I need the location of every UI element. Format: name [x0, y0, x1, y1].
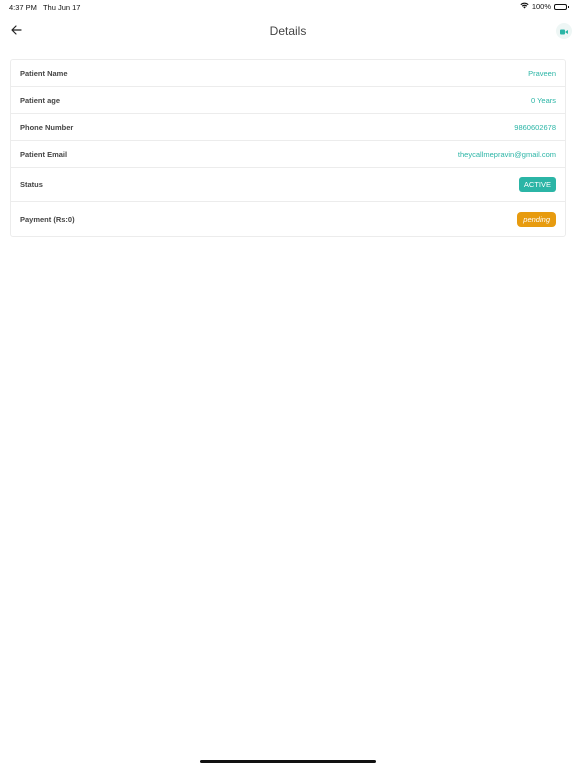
- video-call-button[interactable]: [556, 23, 572, 39]
- row-status: Status ACTIVE: [11, 168, 565, 202]
- home-indicator: [200, 760, 376, 763]
- patient-age-value: 0 Years: [530, 95, 556, 105]
- wifi-icon: [520, 2, 529, 11]
- patient-name-label: Patient Name: [20, 68, 68, 78]
- phone-value: 9860602678: [514, 122, 556, 132]
- row-phone: Phone Number 9860602678: [11, 114, 565, 141]
- video-camera-icon: [560, 22, 568, 40]
- status-date: Thu Jun 17: [42, 3, 81, 12]
- payment-label: Payment (Rs:0): [20, 214, 75, 224]
- status-bar: 4:37 PM Thu Jun 17 100%: [0, 0, 576, 14]
- row-patient-age: Patient age 0 Years: [11, 87, 565, 114]
- status-label: Status: [20, 180, 43, 189]
- email-value: theycallmepravin@gmail.com: [457, 149, 556, 159]
- status-time: 4:37 PM: [9, 3, 37, 12]
- status-left: 4:37 PM Thu Jun 17: [9, 3, 80, 12]
- patient-age-label: Patient age: [20, 95, 61, 105]
- details-card: Patient Name Praveen Patient age 0 Years…: [10, 59, 566, 237]
- battery-percent: 100%: [531, 2, 551, 11]
- row-email: Patient Email theycallmepravin@gmail.com: [11, 141, 565, 168]
- row-payment: Payment (Rs:0) pending: [11, 202, 565, 236]
- status-right: 100%: [520, 2, 569, 11]
- patient-name-value: Praveen: [528, 68, 556, 78]
- page-title: Details: [269, 24, 307, 38]
- payment-status-badge[interactable]: pending: [517, 211, 556, 227]
- battery-icon: [554, 3, 569, 10]
- email-label: Patient Email: [20, 149, 68, 159]
- header: Details: [0, 18, 576, 46]
- row-patient-name: Patient Name Praveen: [11, 60, 565, 87]
- phone-label: Phone Number: [20, 122, 74, 132]
- status-badge: ACTIVE: [518, 177, 556, 192]
